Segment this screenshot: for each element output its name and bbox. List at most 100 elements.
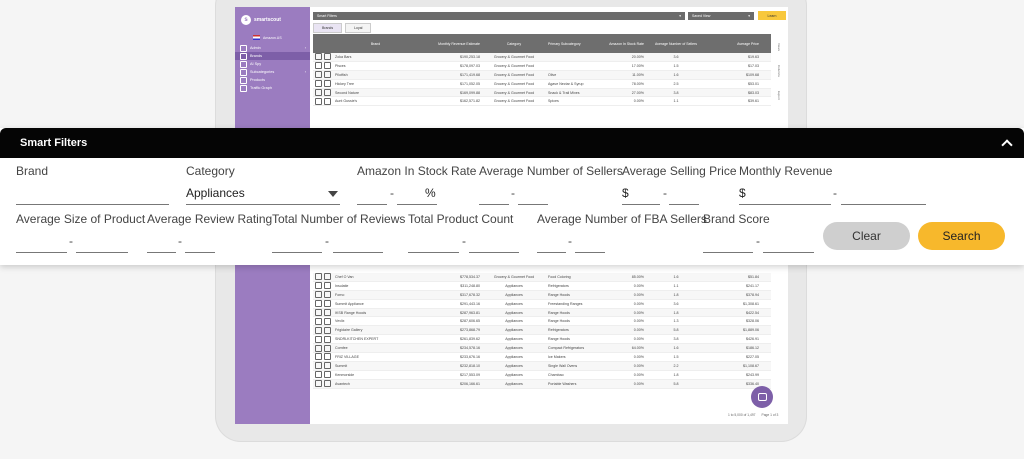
chart-icon[interactable]: [315, 291, 323, 299]
chart-icon[interactable]: [315, 344, 323, 352]
smart-filters-toggle[interactable]: Smart Filters ▾: [313, 11, 685, 20]
chart-icon[interactable]: [315, 80, 323, 88]
avg-rating-max-input[interactable]: [185, 252, 215, 253]
tag-icon[interactable]: [323, 71, 331, 79]
tag-icon[interactable]: [323, 371, 331, 379]
chart-icon[interactable]: [315, 353, 323, 361]
table-row[interactable]: Second Nature $169,099.88 Grocery & Gourme…: [313, 88, 771, 98]
cell-brand[interactable]: IKSB Range Hoods: [333, 311, 418, 315]
tag-icon[interactable]: [323, 344, 331, 352]
table-row[interactable]: Aunt Gussie's $162,571.82 Grocery & Gourme…: [313, 97, 771, 107]
sidebar-item-traffic-graph[interactable]: Traffic Graph: [235, 84, 310, 92]
search-button[interactable]: Search: [918, 222, 1005, 250]
tag-icon[interactable]: [323, 309, 331, 316]
chart-icon[interactable]: [315, 309, 323, 316]
chart-icon[interactable]: [315, 71, 323, 79]
table-row[interactable]: Zoka Bars $190,253.18 Grocery & Gourmet Fo…: [313, 53, 771, 62]
tag-icon[interactable]: [323, 62, 331, 70]
saved-view-select[interactable]: Saved View ▾: [688, 11, 754, 20]
table-row[interactable]: Avantech $206,166.61 Appliances Portable Wa…: [313, 379, 771, 389]
page-indicator[interactable]: Page 1 of 3: [762, 413, 779, 417]
avg-price-min-input[interactable]: [622, 204, 660, 205]
cell-brand[interactable]: Vevlix: [333, 319, 418, 323]
chart-icon[interactable]: [315, 380, 323, 388]
clear-button[interactable]: Clear: [823, 222, 910, 250]
stock-rate-min-input[interactable]: [357, 204, 387, 205]
chart-icon[interactable]: [315, 273, 323, 281]
learn-button[interactable]: Learn: [758, 11, 786, 20]
tag-icon[interactable]: [323, 380, 331, 388]
cell-brand[interactable]: Hickey Tree: [333, 82, 418, 86]
tag-icon[interactable]: [323, 97, 331, 105]
tag-icon[interactable]: [323, 300, 331, 308]
chart-icon[interactable]: [315, 53, 323, 61]
sidebar-item-ai-spy[interactable]: AI Spy: [235, 60, 310, 68]
sidebar-item-brands[interactable]: Brands: [235, 52, 310, 60]
cell-brand[interactable]: Forno: [333, 293, 418, 297]
col-subcategory[interactable]: Primary Subcategory: [546, 42, 606, 46]
cell-brand[interactable]: Pisces: [333, 64, 418, 68]
tag-icon[interactable]: [323, 291, 331, 299]
chart-icon[interactable]: [315, 362, 323, 370]
table-row[interactable]: Vevlix $287,606.65 Appliances Range Hoods 0.…: [313, 317, 771, 327]
table-row[interactable]: Summit $232,818.10 Appliances Single Wall O…: [313, 361, 771, 371]
table-row[interactable]: SNDRLKITCHEN EXPERT $261,839.62 Appliances…: [313, 335, 771, 345]
tag-icon[interactable]: [323, 80, 331, 88]
col-stock-rate[interactable]: Amazon In Stock Rate: [606, 42, 646, 46]
logo[interactable]: s smartscout: [235, 7, 310, 31]
stock-rate-max-input[interactable]: [397, 204, 437, 205]
col-sellers[interactable]: Average Number of Sellers: [646, 42, 706, 46]
chart-icon[interactable]: [315, 97, 323, 105]
category-select[interactable]: [186, 204, 340, 205]
table-row[interactable]: Kenmorside $217,553.09 Appliances Chambao 0.…: [313, 371, 771, 380]
chart-icon[interactable]: [315, 89, 323, 96]
cell-brand[interactable]: Summit Appliance: [333, 302, 418, 306]
table-row[interactable]: Chef O Van $778,534.37 Grocery & Gourmet F…: [313, 273, 771, 282]
table-row[interactable]: Forno $317,678.32 Appliances Range Hoods 0.0…: [313, 290, 771, 300]
chevron-down-icon[interactable]: [328, 191, 338, 197]
chart-icon[interactable]: [315, 62, 323, 70]
cell-brand[interactable]: Zoka Bars: [333, 55, 418, 59]
cell-brand[interactable]: SNDRLKITCHEN EXPERT: [333, 337, 418, 341]
avg-size-max-input[interactable]: [76, 252, 128, 253]
table-row[interactable]: Comfee $234,578.16 Appliances Compact Refri…: [313, 344, 771, 354]
tag-icon[interactable]: [323, 335, 331, 343]
chat-button[interactable]: [751, 386, 773, 408]
monthly-revenue-max-input[interactable]: [841, 204, 926, 205]
chart-icon[interactable]: [315, 317, 323, 325]
chevron-up-icon[interactable]: [1002, 138, 1012, 148]
tag-icon[interactable]: [323, 273, 331, 281]
columns-panel-toggle[interactable]: Columns: [777, 65, 781, 77]
account-selector[interactable]: Amazon.US: [235, 31, 310, 44]
cell-brand[interactable]: Kenmorside: [333, 373, 418, 377]
cell-brand[interactable]: Summit: [333, 364, 418, 368]
cell-brand[interactable]: Insulatie: [333, 284, 418, 288]
tag-icon[interactable]: [323, 53, 331, 61]
cell-brand[interactable]: Pilotfish: [333, 73, 418, 77]
brand-score-max-input[interactable]: [763, 252, 814, 253]
chart-icon[interactable]: [315, 282, 323, 290]
brand-input[interactable]: [16, 204, 169, 205]
table-row[interactable]: Insulatie $311,248.80 Appliances Refrigerat…: [313, 282, 771, 291]
col-category[interactable]: Category: [482, 42, 546, 46]
cell-brand[interactable]: Frigidaire Gallery: [333, 328, 418, 332]
total-products-max-input[interactable]: [469, 252, 519, 253]
cell-brand[interactable]: FRIZ VILLAGE: [333, 355, 418, 359]
sidebar-item-products[interactable]: Products: [235, 76, 310, 84]
tag-icon[interactable]: [323, 326, 331, 334]
total-reviews-min-input[interactable]: [272, 252, 322, 253]
chart-icon[interactable]: [315, 371, 323, 379]
export-panel-toggle[interactable]: Export: [777, 91, 781, 100]
tag-icon[interactable]: [323, 362, 331, 370]
chart-icon[interactable]: [315, 326, 323, 334]
total-reviews-max-input[interactable]: [333, 252, 383, 253]
tag-icon[interactable]: [323, 282, 331, 290]
avg-fba-min-input[interactable]: [537, 252, 566, 253]
table-row[interactable]: Hickey Tree $171,052.05 Grocery & Gourmet …: [313, 80, 771, 89]
avg-sellers-max-input[interactable]: [518, 204, 548, 205]
tab-loyal[interactable]: Loyal: [345, 23, 372, 33]
avg-sellers-min-input[interactable]: [479, 204, 509, 205]
col-brand[interactable]: Brand: [333, 42, 418, 46]
chart-icon[interactable]: [315, 335, 323, 343]
sidebar-item-subcategories[interactable]: Subcategories ›: [235, 68, 310, 76]
